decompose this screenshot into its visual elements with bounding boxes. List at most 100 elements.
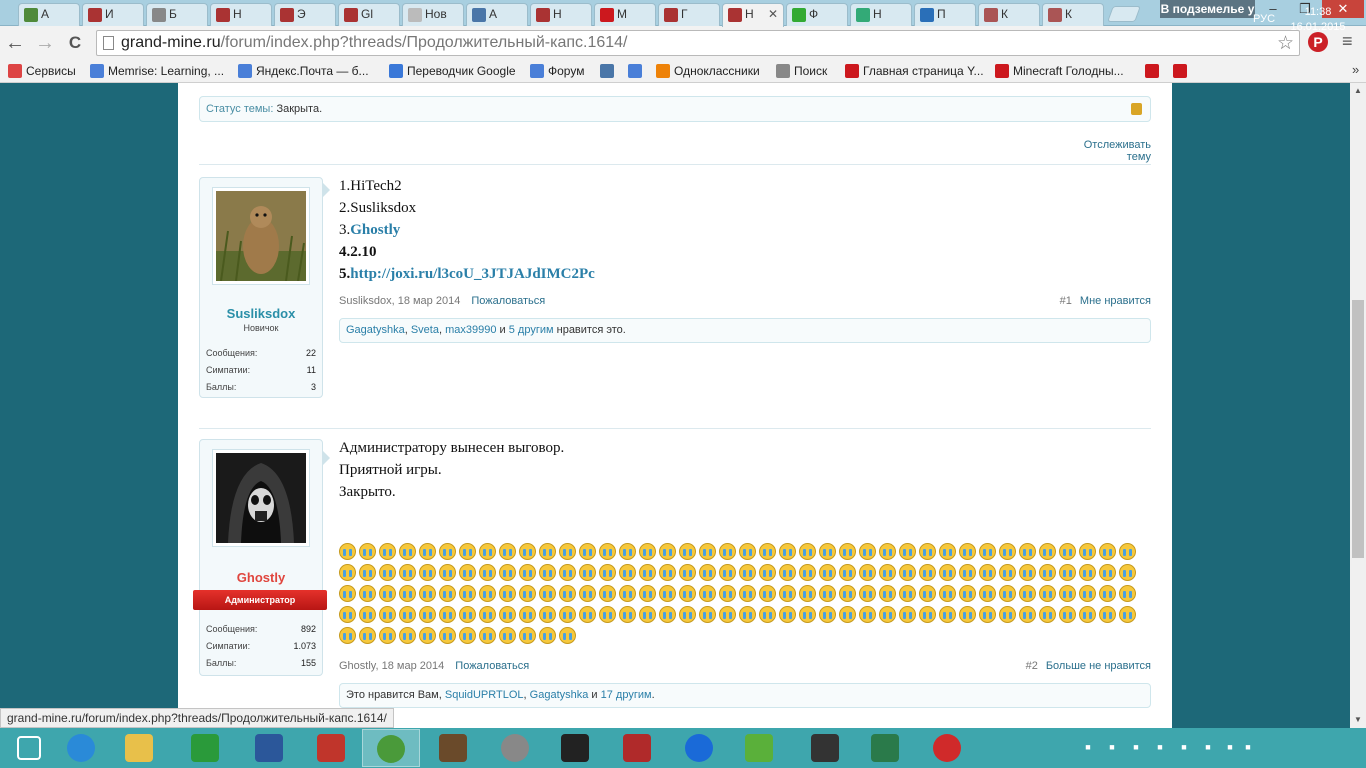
- report-link[interactable]: Пожаловаться: [471, 295, 545, 307]
- bookmark-item[interactable]: Сервисы: [8, 62, 76, 80]
- tab[interactable]: Н ✕: [722, 3, 784, 27]
- tab[interactable]: Gl: [338, 3, 400, 26]
- battery-icon[interactable]: ■: [1222, 739, 1238, 755]
- taskbar-app[interactable]: [546, 729, 604, 767]
- scrollbar-thumb[interactable]: [1352, 300, 1364, 558]
- scroll-down-icon[interactable]: ▼: [1350, 712, 1366, 728]
- monitor-icon[interactable]: ■: [1128, 739, 1144, 755]
- bookmark-item[interactable]: Minecraft Голодны...: [995, 62, 1124, 80]
- network-icon[interactable]: ■: [1176, 739, 1192, 755]
- tab[interactable]: А: [18, 3, 80, 26]
- taskbar-app[interactable]: [486, 729, 544, 767]
- recycle-icon[interactable]: ■: [1104, 739, 1120, 755]
- back-button[interactable]: ←: [4, 33, 26, 53]
- taskbar-app[interactable]: [918, 729, 976, 767]
- likes-others-link[interactable]: 17 другим: [601, 689, 652, 701]
- bookmark-item[interactable]: Переводчик Google: [389, 62, 516, 80]
- pinterest-icon[interactable]: P: [1308, 32, 1328, 52]
- taskbar-app[interactable]: [424, 729, 482, 767]
- tab[interactable]: И: [82, 3, 144, 26]
- tab[interactable]: К: [978, 3, 1040, 26]
- post-date[interactable]: 18 мар 2014: [398, 295, 461, 307]
- profile-button[interactable]: В подземелье у: [1160, 0, 1255, 18]
- follow-thread-link[interactable]: Отслеживать тему: [1058, 139, 1151, 163]
- avatar[interactable]: [212, 449, 310, 547]
- crying-face-icon: [859, 564, 876, 581]
- tab[interactable]: Ф: [786, 3, 848, 26]
- new-tab-button[interactable]: [1107, 6, 1141, 22]
- crying-face-icon: [1099, 606, 1116, 623]
- liker-link[interactable]: Gagatyshka: [346, 324, 405, 336]
- clock[interactable]: 11:38 16.01.2015: [1290, 5, 1346, 35]
- bookmark-item[interactable]: [628, 62, 646, 80]
- bookmark-item[interactable]: Форум: [530, 62, 584, 80]
- tab[interactable]: Н: [210, 3, 272, 26]
- bookmark-item[interactable]: [1145, 62, 1163, 80]
- taskbar-app[interactable]: [670, 729, 728, 767]
- ex-icon: [152, 8, 166, 22]
- post-number[interactable]: #1: [1060, 295, 1072, 307]
- liker-link[interactable]: max39990: [445, 324, 496, 336]
- liker-link[interactable]: Sveta: [411, 324, 439, 336]
- tab[interactable]: Б: [146, 3, 208, 26]
- tab[interactable]: Н: [530, 3, 592, 26]
- tab[interactable]: М: [594, 3, 656, 26]
- bookmark-item[interactable]: Одноклассники: [656, 62, 760, 80]
- taskbar-app[interactable]: [240, 729, 298, 767]
- tab[interactable]: П: [914, 3, 976, 26]
- taskbar-app[interactable]: [730, 729, 788, 767]
- page-viewport: Статус темы: Закрыта. Отслеживать тему S…: [0, 83, 1350, 728]
- reload-button[interactable]: C: [64, 33, 86, 53]
- tab[interactable]: Э: [274, 3, 336, 26]
- tab[interactable]: К: [1042, 3, 1104, 26]
- user-title: Новичок: [243, 323, 279, 333]
- input-language[interactable]: РУС: [1253, 13, 1275, 25]
- bookmarks-more-icon[interactable]: »: [1352, 62, 1359, 77]
- taskbar-app[interactable]: [176, 729, 234, 767]
- address-bar[interactable]: grand-mine.ru/forum/index.php?threads/Пр…: [96, 30, 1300, 56]
- bookmark-star-icon[interactable]: ☆: [1277, 32, 1294, 55]
- tab[interactable]: Н: [850, 3, 912, 26]
- chrome-tray-icon[interactable]: ■: [1080, 739, 1096, 755]
- bookmark-item[interactable]: [1173, 62, 1191, 80]
- taskbar-app[interactable]: [52, 729, 110, 767]
- taskbar-app[interactable]: [608, 729, 666, 767]
- post-number[interactable]: #2: [1026, 660, 1038, 672]
- likes-others-link[interactable]: 5 другим: [509, 324, 554, 336]
- bookmark-item[interactable]: Яндекс.Почта — б...: [238, 62, 369, 80]
- bookmark-item[interactable]: [600, 62, 618, 80]
- post-author[interactable]: Ghostly: [339, 660, 375, 672]
- flag-icon[interactable]: ■: [1152, 739, 1168, 755]
- liker-link[interactable]: SquidUPRTLOL: [445, 689, 524, 701]
- bookmark-item[interactable]: Поиск: [776, 62, 827, 80]
- crying-face-icon: [679, 543, 696, 560]
- snowflake-icon[interactable]: ■: [1200, 739, 1216, 755]
- external-link[interactable]: http://joxi.ru/l3coU_3JTJAJdIMC2Pc: [350, 266, 595, 282]
- taskbar-app[interactable]: [796, 729, 854, 767]
- bookmark-item[interactable]: Memrise: Learning, ...: [90, 62, 224, 80]
- liker-link[interactable]: Gagatyshka: [530, 689, 589, 701]
- crying-face-icon: [459, 564, 476, 581]
- post-date[interactable]: 18 мар 2014: [382, 660, 445, 672]
- taskbar-app[interactable]: [302, 729, 360, 767]
- post-author[interactable]: Susliksdox: [339, 295, 392, 307]
- tab[interactable]: А: [466, 3, 528, 26]
- bookmark-item[interactable]: Главная страница Y...: [845, 62, 984, 80]
- unlike-button[interactable]: Больше не нравится: [1046, 660, 1151, 672]
- like-button[interactable]: Мне нравится: [1080, 295, 1151, 307]
- scroll-up-icon[interactable]: ▲: [1350, 83, 1366, 99]
- username[interactable]: Susliksdox: [200, 306, 322, 321]
- taskbar-app[interactable]: [362, 729, 420, 767]
- tab[interactable]: Нов: [402, 3, 464, 26]
- tab[interactable]: Г: [658, 3, 720, 26]
- wifi-icon[interactable]: ■: [1240, 739, 1256, 755]
- forward-button[interactable]: →: [34, 33, 56, 53]
- close-tab-icon[interactable]: ✕: [768, 4, 778, 25]
- mention-link[interactable]: Ghostly: [350, 222, 400, 238]
- avatar[interactable]: [212, 187, 310, 285]
- taskbar-app[interactable]: [856, 729, 914, 767]
- taskbar-app[interactable]: [110, 729, 168, 767]
- report-link[interactable]: Пожаловаться: [455, 660, 529, 672]
- username[interactable]: Ghostly: [200, 570, 322, 585]
- taskbar-app[interactable]: [0, 729, 58, 767]
